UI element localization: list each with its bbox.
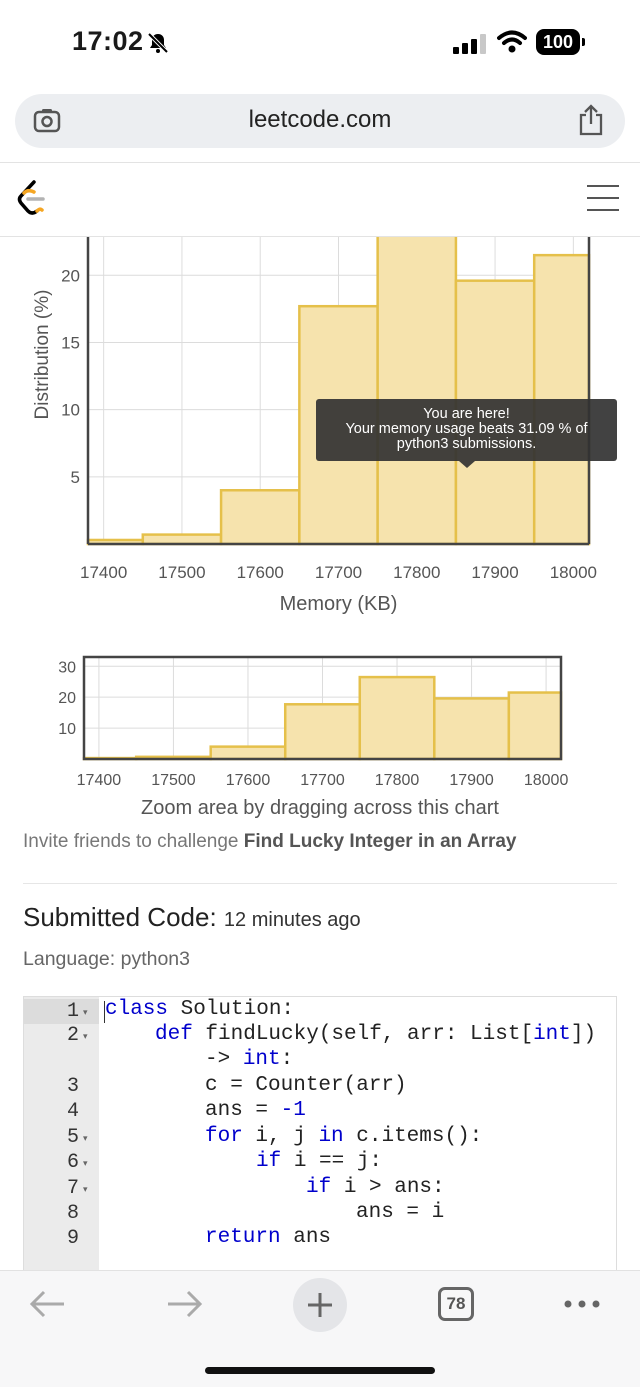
code-line-7: if i > ans: [306, 1176, 445, 1199]
code-line-6: if i == j: [256, 1150, 383, 1173]
line-number: 1 [66, 1000, 79, 1023]
x-tick-label: 17400 [77, 772, 122, 789]
code-line-5: for i, j in c.items(): [205, 1125, 483, 1148]
code-line-3: c = Counter(arr) [205, 1074, 407, 1097]
main-bar[interactable] [376, 237, 458, 546]
y-tick-label: 20 [61, 266, 80, 285]
new-tab-button[interactable] [293, 1278, 347, 1332]
fold-arrow-icon[interactable]: ▾ [83, 1158, 88, 1169]
line-number: 7 [66, 1177, 79, 1200]
line-number: 8 [66, 1202, 79, 1225]
home-indicator [205, 1367, 435, 1374]
line-number: 9 [66, 1227, 79, 1250]
code-line-8: ans = i [356, 1201, 445, 1224]
wifi-icon [497, 30, 527, 53]
x-tick-label: 17900 [449, 772, 494, 789]
y-tick-label: 10 [58, 721, 76, 738]
x-tick-label: 17500 [151, 772, 196, 789]
tooltip-line-2: Your memory usage beats 31.09 % of [345, 421, 588, 437]
x-tick-label: 17900 [471, 563, 518, 582]
plus-icon [308, 1293, 332, 1317]
tooltip-line-1: You are here! [423, 406, 510, 422]
back-arrow-icon[interactable] [28, 1286, 68, 1322]
cellular-signal-icon [453, 34, 486, 54]
y-tick-label: 10 [61, 401, 80, 420]
problem-link[interactable]: Find Lucky Integer in an Array [244, 831, 517, 852]
x-tick-label: 17600 [237, 563, 284, 582]
leetcode-logo-icon[interactable] [16, 180, 48, 218]
code-line-9: return ans [205, 1226, 332, 1249]
y-tick-label: 20 [58, 690, 76, 707]
x-tick-label: 17700 [315, 563, 362, 582]
submitted-code-heading: Submitted Code: 12 minutes ago [23, 902, 361, 932]
share-icon[interactable] [577, 104, 605, 136]
line-number: 5 [66, 1126, 79, 1149]
hamburger-menu-icon[interactable] [587, 185, 619, 211]
tooltip-line-3: python3 submissions. [396, 436, 537, 452]
status-time: 17:02 [72, 26, 144, 56]
invite-text: Invite friends to challenge Find Lucky I… [23, 831, 517, 852]
code-line-2: def findLucky(self, arr: List[int]) [155, 1023, 597, 1046]
line-number: 3 [66, 1075, 79, 1098]
code-editor[interactable]: 1 ▾ 2 ▾ 3 4 5 ▾ 6 ▾ 7 ▾ 8 9 class Solution: def findL… [23, 996, 617, 1270]
y-tick-label: 15 [61, 333, 80, 352]
x-tick-label: 17800 [375, 772, 420, 789]
status-bar: 17:02 100 [0, 0, 640, 86]
mini-bar[interactable] [358, 675, 436, 761]
fold-arrow-icon[interactable]: ▾ [83, 1133, 88, 1144]
x-tick-label: 17700 [300, 772, 345, 789]
battery-level: 100 [536, 29, 580, 55]
x-tick-label: 17400 [80, 563, 127, 582]
chart-tooltip: You are here! Your memory usage beats 31… [316, 399, 617, 461]
tab-switcher-button[interactable]: 78 [438, 1287, 474, 1321]
x-axis-label: Memory (KB) [280, 593, 398, 615]
fold-arrow-icon[interactable]: ▾ [83, 1184, 88, 1195]
zoom-hint: Zoom area by dragging across this chart [141, 797, 499, 819]
main-bar[interactable] [141, 533, 223, 546]
line-number: 2 [66, 1024, 79, 1047]
line-number: 4 [66, 1100, 79, 1123]
mini-bar[interactable] [283, 703, 362, 761]
code-line-1: class Solution: [105, 998, 295, 1021]
more-options-icon[interactable] [564, 1299, 600, 1309]
y-tick-label: 30 [58, 659, 76, 676]
address-bar[interactable]: leetcode.com [15, 94, 625, 148]
mini-bar[interactable] [433, 697, 511, 761]
x-tick-label: 18000 [550, 563, 597, 582]
bell-muted-icon [147, 32, 169, 54]
line-number: 6 [66, 1151, 79, 1174]
zoom-navigator-chart[interactable]: 17400 17500 17600 17700 17800 17900 18000 10 20 3… [0, 640, 640, 800]
x-tick-label: 18000 [524, 772, 569, 789]
language-label: Language: python3 [23, 948, 190, 970]
fold-arrow-icon[interactable]: ▾ [83, 1007, 88, 1018]
x-tick-label: 17500 [158, 563, 205, 582]
y-axis-label: Distribution (%) [32, 290, 53, 420]
main-bar[interactable] [219, 489, 301, 546]
y-tick-label: 5 [71, 468, 80, 487]
x-tick-label: 17800 [393, 563, 440, 582]
mini-bar[interactable] [507, 691, 563, 761]
code-line-2-wrap: -> int: [205, 1048, 294, 1071]
url-text[interactable]: leetcode.com [15, 106, 625, 134]
submitted-time: 12 minutes ago [223, 909, 361, 931]
code-line-4: ans = -1 [205, 1099, 306, 1122]
fold-arrow-icon[interactable]: ▾ [83, 1031, 88, 1042]
x-tick-label: 17600 [226, 772, 271, 789]
forward-arrow-icon[interactable] [164, 1286, 204, 1322]
battery-icon: 100 [536, 29, 586, 55]
mini-bar[interactable] [209, 745, 287, 761]
